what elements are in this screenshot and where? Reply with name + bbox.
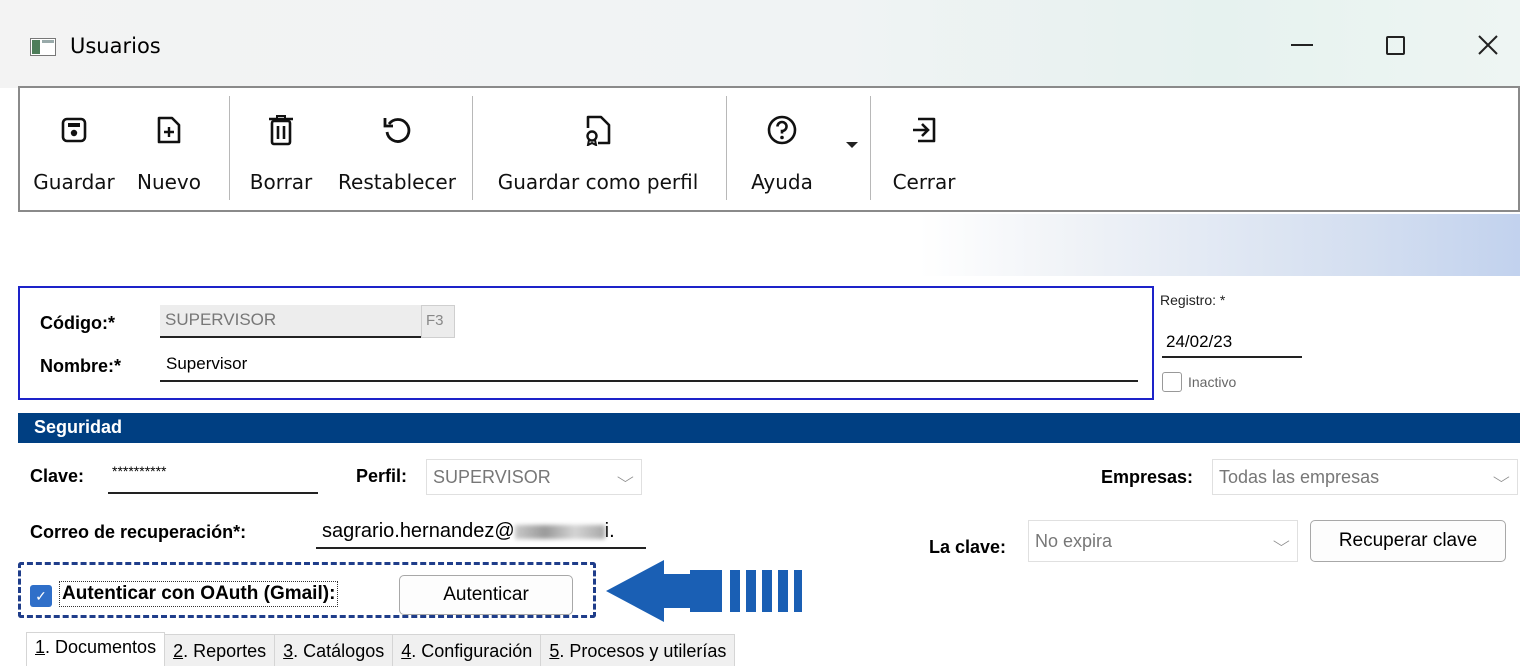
save-icon [61, 117, 87, 143]
chevron-down-icon: ⌵ [617, 469, 635, 485]
save-profile-icon [586, 115, 611, 146]
security-section-header: Seguridad [18, 413, 1520, 443]
new-label: Nuevo [136, 170, 201, 194]
empresas-select-value: Todas las empresas [1219, 467, 1380, 487]
toolbar-separator [472, 96, 473, 200]
window-title: Usuarios [70, 34, 161, 58]
perfil-select-value: SUPERVISOR [433, 467, 551, 487]
help-dropdown-arrow-icon[interactable] [846, 142, 858, 148]
close-form-button[interactable]: Cerrar [888, 88, 960, 208]
minimize-button[interactable] [1262, 22, 1342, 68]
save-as-profile-button[interactable]: Guardar como perfil [488, 88, 708, 208]
help-button[interactable]: Ayuda [742, 88, 822, 208]
save-as-profile-label: Guardar como perfil [497, 170, 699, 194]
expiration-select-value: No expira [1035, 531, 1113, 551]
authenticate-button[interactable]: Autenticar [399, 575, 573, 615]
toolbar: Guardar Nuevo Borrar Restablecer Guardar… [18, 86, 1520, 212]
correo-label: Correo de recuperación*: [30, 522, 247, 542]
help-icon [767, 115, 797, 145]
toolbar-separator [229, 96, 230, 200]
maximize-button[interactable] [1355, 22, 1435, 68]
exit-icon [913, 117, 936, 143]
undo-icon [383, 118, 411, 143]
reset-label: Restablecer [338, 170, 456, 194]
toolbar-separator [726, 96, 727, 200]
recovery-email-input[interactable]: sagrario.hernandez@ i. [316, 517, 646, 549]
nombre-input[interactable]: Supervisor [160, 350, 1138, 382]
perfil-select[interactable]: SUPERVISOR ⌵ [426, 459, 642, 495]
chevron-down-icon: ⌵ [1273, 533, 1291, 549]
tab-configuracion[interactable]: 4. Configuración [392, 634, 542, 666]
tab-catalogos[interactable]: 3. Catálogos [274, 634, 394, 666]
registro-label: Registro: * [1160, 292, 1226, 308]
perfil-label: Perfil: [356, 466, 408, 486]
redacted-blur [514, 524, 605, 539]
toolbar-separator [870, 96, 871, 200]
registro-date-input[interactable]: 24/02/23 [1162, 330, 1302, 358]
empresas-select[interactable]: Todas las empresas ⌵ [1212, 459, 1518, 495]
recovery-email-value: sagrario.hernandez@ [322, 520, 515, 542]
tab-documentos[interactable]: 1. Documentos [26, 632, 166, 666]
reset-button[interactable]: Restablecer [334, 88, 460, 208]
tab-procesos[interactable]: 5. Procesos y utilerías [540, 634, 736, 666]
recovery-email-suffix: i. [604, 520, 615, 542]
help-label: Ayuda [751, 170, 813, 194]
recover-password-button[interactable]: Recuperar clave [1310, 520, 1506, 562]
tab-bar: 1. Documentos 2. Reportes 3. Catálogos 4… [26, 632, 736, 666]
close-form-label: Cerrar [892, 170, 956, 194]
clave-label: Clave: [30, 466, 85, 486]
minimize-icon [1291, 44, 1313, 46]
oauth-label: Autenticar con OAuth (Gmail): [58, 581, 339, 607]
delete-button[interactable]: Borrar [246, 88, 316, 208]
f3-lookup-button[interactable]: F3 [421, 305, 455, 338]
close-icon [1478, 35, 1498, 55]
tab-reportes[interactable]: 2. Reportes [164, 634, 276, 666]
nombre-label: Nombre:* [40, 356, 122, 376]
save-label: Guardar [33, 170, 115, 194]
chevron-down-icon: ⌵ [1493, 469, 1511, 485]
empresas-label: Empresas: [1101, 467, 1194, 487]
inactivo-label: Inactivo [1188, 374, 1237, 390]
app-window-icon [30, 38, 56, 56]
title-bar: Usuarios [0, 0, 1520, 88]
password-input[interactable]: ********** [108, 460, 318, 494]
codigo-input[interactable]: SUPERVISOR [160, 305, 422, 338]
maximize-icon [1385, 35, 1405, 55]
close-window-button[interactable] [1448, 22, 1520, 68]
inactivo-checkbox[interactable] [1162, 372, 1182, 392]
new-button[interactable]: Nuevo [136, 88, 202, 208]
annotation-arrow-icon [604, 556, 804, 626]
banner-strip [18, 214, 1520, 276]
trash-icon [269, 115, 293, 146]
save-button[interactable]: Guardar [33, 88, 115, 208]
la-clave-label: La clave: [929, 537, 1007, 557]
new-document-icon [157, 116, 181, 144]
expiration-select[interactable]: No expira ⌵ [1028, 520, 1298, 562]
delete-label: Borrar [249, 170, 313, 194]
oauth-checkbox[interactable]: ✓ [30, 585, 52, 607]
codigo-label: Código:* [40, 313, 115, 333]
user-header-box [18, 286, 1154, 400]
